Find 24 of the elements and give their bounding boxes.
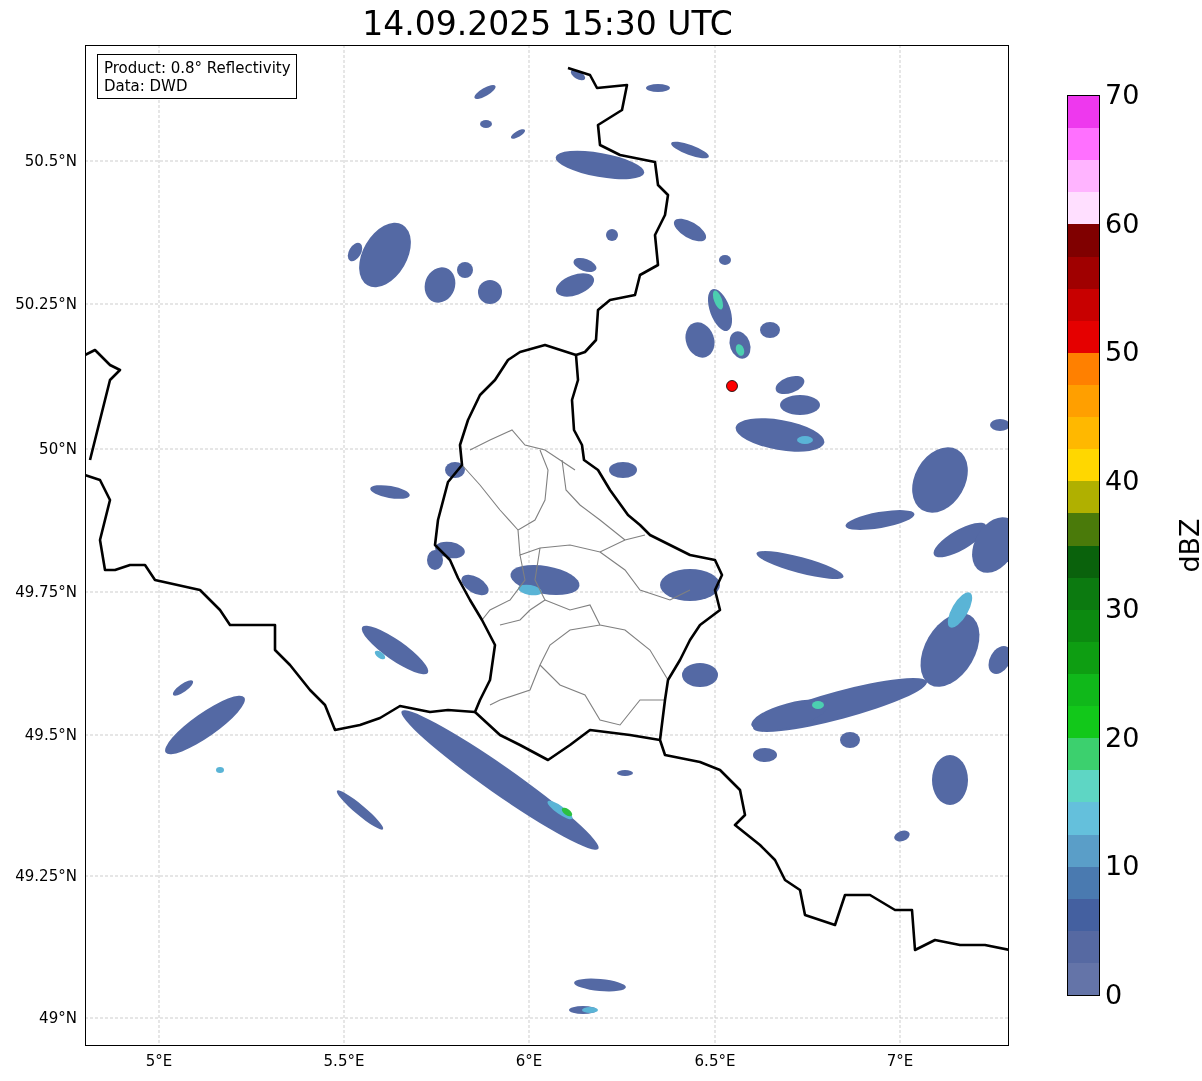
legend-text: Product: 0.8° Reflectivity — [103, 59, 291, 77]
latitude-label: 49°N — [39, 1009, 77, 1027]
chart-title: 14.09.2025 15:30 UTC — [362, 4, 733, 45]
legend-text: Data: DWD — [103, 77, 189, 95]
colorbar-tick-label: 70 — [1105, 80, 1140, 110]
latitude-label: 49.25°N — [15, 867, 77, 885]
colorbar-tick-label: 40 — [1105, 465, 1140, 496]
latitude-label: 50.5°N — [24, 152, 77, 170]
latitude-label: 50.25°N — [15, 295, 77, 313]
colorbar-tick-label: 50 — [1105, 337, 1140, 368]
longitude-label: 5°E — [145, 1052, 173, 1070]
colorbar-tick-label: 60 — [1105, 208, 1140, 239]
latitude-label: 49.5°N — [24, 726, 77, 744]
colorbar-tick-label: 20 — [1105, 722, 1140, 753]
colorbar-tick-label: 30 — [1105, 594, 1140, 625]
colorbar-label: dBZ — [1173, 517, 1202, 573]
longitude-label: 6.5°E — [694, 1052, 736, 1070]
longitude-label: 5.5°E — [323, 1052, 365, 1070]
latitude-label: 50°N — [39, 440, 77, 458]
longitude-label: 7°E — [886, 1052, 914, 1070]
latitude-label: 49.75°N — [15, 583, 77, 601]
colorbar-tick-label: 10 — [1105, 851, 1140, 882]
colorbar-tick-label: 0 — [1105, 980, 1123, 1010]
longitude-label: 6°E — [515, 1052, 543, 1070]
